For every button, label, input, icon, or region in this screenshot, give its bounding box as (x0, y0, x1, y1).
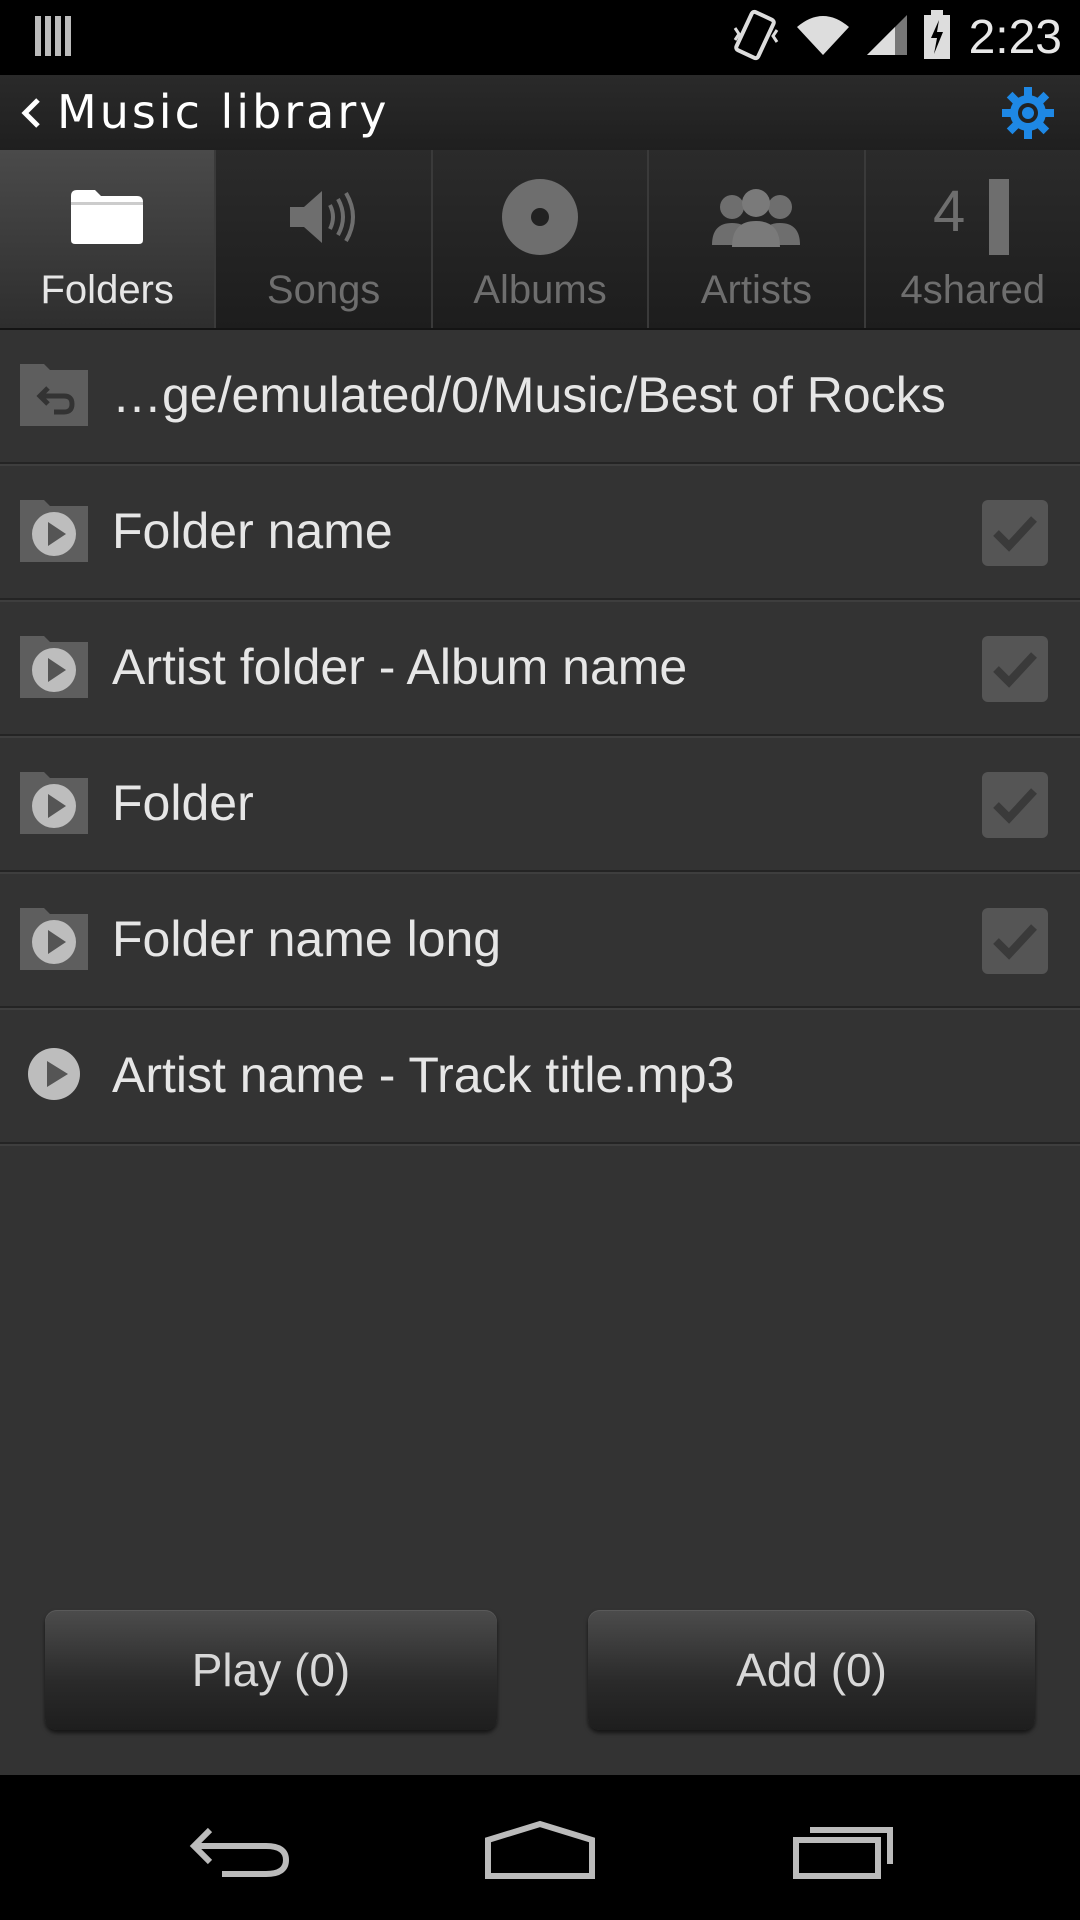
tab-label: Songs (266, 268, 381, 312)
tab-label: Albums (473, 268, 607, 312)
play-button[interactable]: Play (0) (45, 1610, 497, 1730)
select-checkbox[interactable] (982, 500, 1048, 566)
list-item[interactable]: Artist name - Track title.mp3 (0, 1008, 1080, 1144)
list-item[interactable]: Folder name (0, 464, 1080, 600)
folder-list: …ge/emulated/0/Music/Best of Rocks Folde… (0, 328, 1080, 1144)
action-bar: Music library (0, 75, 1080, 150)
folder-play-icon[interactable] (18, 492, 90, 564)
nav-back-icon[interactable] (188, 1820, 292, 1885)
current-path: …ge/emulated/0/Music/Best of Rocks (112, 367, 946, 423)
nav-home-icon[interactable] (484, 1820, 596, 1885)
wifi-icon (795, 13, 851, 62)
settings-gear-icon[interactable] (1000, 85, 1056, 146)
tab-folders[interactable]: Folders (0, 150, 217, 328)
clock: 2:23 (968, 11, 1062, 64)
tab-artists[interactable]: Artists (649, 150, 866, 328)
battery-icon (923, 10, 951, 65)
tab-songs[interactable]: Songs (216, 150, 433, 328)
checkmark-icon (993, 924, 1037, 960)
signal-icon (865, 13, 909, 62)
folder-play-icon[interactable] (18, 628, 90, 700)
list-item[interactable]: Folder name long (0, 872, 1080, 1008)
vibrate-icon (731, 8, 781, 67)
select-checkbox[interactable] (982, 772, 1048, 838)
status-bar: 2:23 (0, 0, 1080, 75)
checkmark-icon (993, 516, 1037, 552)
navigation-bar (0, 1775, 1080, 1920)
select-checkbox[interactable] (982, 636, 1048, 702)
nav-recent-apps-icon[interactable] (790, 1820, 898, 1885)
svg-text:4: 4 (933, 179, 965, 244)
library-tabs: Folders Songs Albums Artists 4 4shared (0, 150, 1080, 330)
folder-play-icon[interactable] (18, 764, 90, 836)
path-row[interactable]: …ge/emulated/0/Music/Best of Rocks (0, 328, 1080, 464)
speaker-icon (288, 162, 360, 272)
list-item-label: Folder name (112, 503, 393, 559)
tab-label: Folders (40, 268, 174, 312)
disc-icon (500, 162, 580, 272)
list-item[interactable]: Artist folder - Album name (0, 600, 1080, 736)
play-icon[interactable] (18, 1036, 90, 1108)
tab-label: 4shared (900, 268, 1046, 312)
tab-4shared[interactable]: 4 4shared (865, 150, 1080, 328)
folder-icon (71, 162, 144, 272)
folder-up-icon[interactable] (18, 356, 90, 428)
list-item-label: Artist name - Track title.mp3 (112, 1047, 735, 1103)
select-checkbox[interactable] (982, 908, 1048, 974)
tab-label: Artists (700, 268, 812, 312)
list-item[interactable]: Folder (0, 736, 1080, 872)
tab-albums[interactable]: Albums (432, 150, 650, 328)
list-item-label: Folder (112, 775, 254, 831)
add-button[interactable]: Add (0) (588, 1610, 1035, 1730)
back-chevron-icon[interactable] (20, 97, 42, 134)
list-item-label: Artist folder - Album name (112, 639, 688, 695)
checkmark-icon (993, 788, 1037, 824)
folder-play-icon[interactable] (18, 900, 90, 972)
list-item-label: Folder name long (112, 911, 502, 967)
people-icon (710, 162, 802, 272)
4shared-icon: 4 (933, 162, 1013, 272)
checkmark-icon (993, 652, 1037, 688)
page-title[interactable]: Music library (57, 85, 390, 140)
notification-icon (34, 14, 72, 63)
